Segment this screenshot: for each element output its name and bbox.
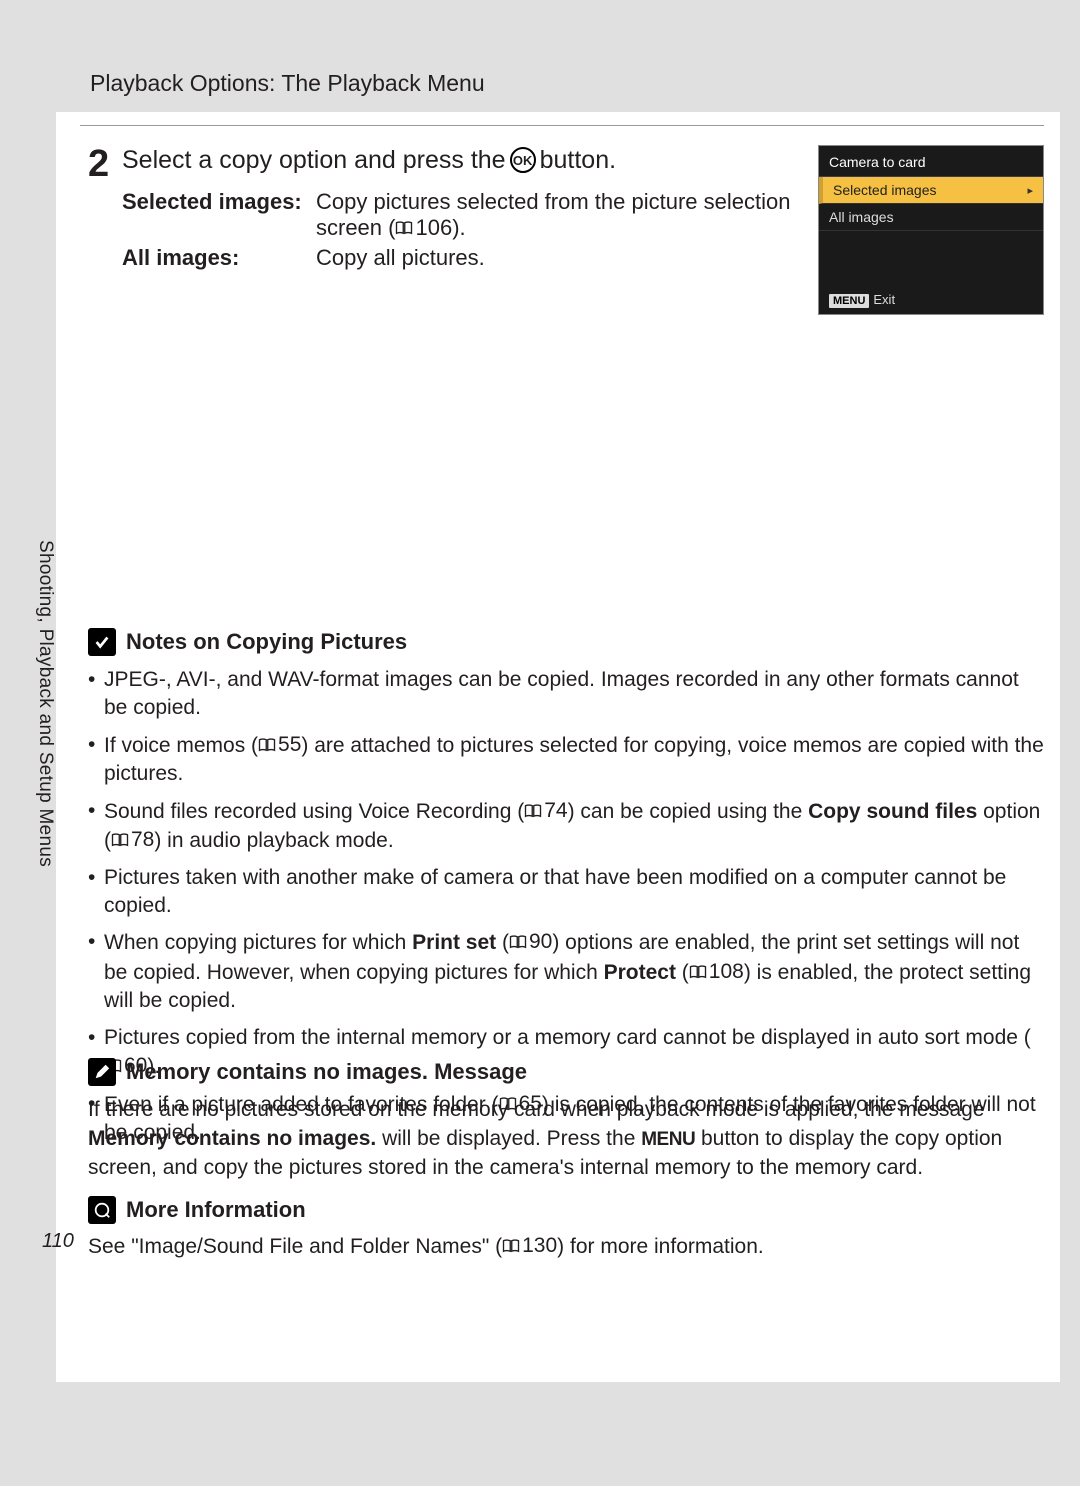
camera-exit-label: MENUExit — [829, 292, 895, 308]
page-ref-icon: 106 — [395, 215, 452, 241]
step-title-pre: Select a copy option and press the — [122, 145, 506, 175]
page-ref-icon: 78 — [111, 826, 154, 854]
ok-button-icon: OK — [510, 147, 536, 173]
def-desc: Copy pictures selected from the picture … — [316, 189, 804, 241]
step-number: 2 — [88, 145, 122, 183]
notes-list-item: Sound files recorded using Voice Recordi… — [88, 797, 1044, 856]
camera-screen: Camera to card Selected images All image… — [818, 145, 1044, 315]
notes-list-item: JPEG-, AVI-, and WAV-format images can b… — [88, 666, 1044, 723]
def-desc: Copy all pictures. — [316, 245, 804, 271]
menu-badge-icon: MENU — [829, 294, 869, 308]
def-all-images: All images: Copy all pictures. — [122, 245, 804, 271]
message-heading: Memory contains no images. Message — [88, 1058, 1044, 1086]
page-ref-icon: 130 — [502, 1234, 557, 1258]
notes-list-item: If voice memos (55) are attached to pict… — [88, 731, 1044, 789]
page-ref-icon: 90 — [509, 928, 552, 956]
section-tab-label: Shooting, Playback and Setup Menus — [34, 540, 56, 867]
message-body: If there are no pictures stored on the m… — [88, 1096, 1044, 1183]
notes-heading: Notes on Copying Pictures — [88, 628, 1044, 656]
warning-icon — [88, 628, 116, 656]
notes-list-item: When copying pictures for which Print se… — [88, 928, 1044, 1015]
page-header-title: Playback Options: The Playback Menu — [90, 70, 485, 97]
page-ref-icon: 55 — [258, 731, 301, 759]
page-ref-icon: 108 — [689, 958, 744, 986]
side-tab — [0, 863, 56, 1386]
camera-menu-item-selected-images[interactable]: Selected images — [819, 177, 1043, 204]
more-info-icon — [88, 1196, 116, 1224]
step-title-post: button. — [540, 145, 616, 175]
more-info-body: See "Image/Sound File and Folder Names" … — [88, 1234, 1044, 1259]
page-number: 110 — [42, 1230, 74, 1253]
more-info-heading: More Information — [88, 1196, 1044, 1224]
def-term: Selected images: — [122, 189, 316, 241]
divider — [80, 125, 1044, 126]
camera-menu-item-label: Selected images — [833, 182, 937, 198]
camera-screen-title: Camera to card — [819, 146, 1043, 177]
def-selected-images: Selected images: Copy pictures selected … — [122, 189, 804, 241]
def-term: All images: — [122, 245, 316, 271]
pencil-icon — [88, 1058, 116, 1086]
camera-menu-item-all-images[interactable]: All images — [819, 204, 1043, 231]
menu-word: MENU — [641, 1129, 695, 1150]
page-ref-icon: 74 — [524, 797, 567, 825]
notes-list-item: Pictures taken with another make of came… — [88, 864, 1044, 921]
